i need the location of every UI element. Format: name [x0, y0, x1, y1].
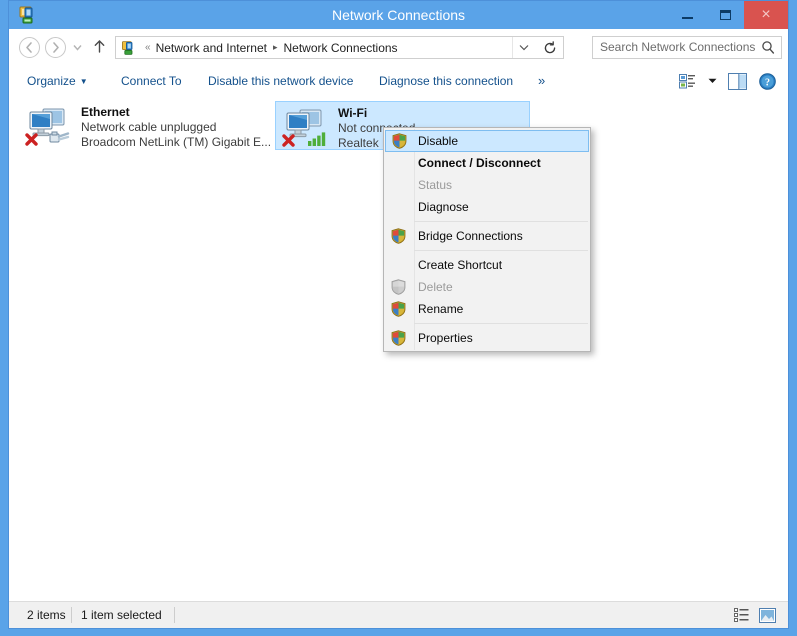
breadcrumb-separator-icon[interactable]: ▸: [273, 42, 278, 53]
diagnose-connection-button[interactable]: Diagnose this connection: [379, 65, 513, 97]
context-menu-item-disable[interactable]: Disable: [385, 130, 589, 152]
wifi-adapter-icon: [282, 107, 330, 147]
maximize-button[interactable]: [706, 1, 744, 29]
window-controls: ×: [668, 1, 788, 29]
context-menu-label: Delete: [418, 280, 453, 294]
context-menu-item-create-shortcut[interactable]: Create Shortcut: [384, 254, 590, 276]
connection-status: Network cable unplugged: [81, 120, 217, 134]
status-bar: 2 items 1 item selected: [9, 601, 788, 628]
context-menu-item-diagnose[interactable]: Diagnose: [384, 196, 590, 218]
context-menu: Disable Connect / Disconnect Status Diag…: [383, 127, 591, 352]
status-item-count: 2 items: [27, 608, 66, 622]
breadcrumb-overflow[interactable]: «: [145, 42, 151, 53]
large-icons-view-button[interactable]: [754, 602, 780, 628]
connection-name: Wi-Fi: [338, 106, 368, 120]
address-bar[interactable]: « Network and Internet ▸ Network Connect…: [115, 36, 564, 59]
preview-pane-button[interactable]: [722, 65, 752, 97]
shield-disabled-icon: [384, 279, 413, 295]
ethernet-adapter-icon: [25, 106, 73, 146]
back-button[interactable]: [19, 37, 40, 58]
organize-label: Organize: [27, 74, 76, 88]
context-menu-label: Diagnose: [418, 200, 469, 214]
diagnose-connection-label: Diagnose this connection: [379, 74, 514, 88]
breadcrumb: « Network and Internet ▸ Network Connect…: [140, 37, 398, 58]
shield-icon: [384, 330, 413, 346]
context-menu-item-status: Status: [384, 174, 590, 196]
status-selection: 1 item selected: [81, 608, 162, 622]
context-menu-label: Rename: [418, 302, 464, 316]
search-icon: [761, 40, 775, 55]
breadcrumb-item-network-connections[interactable]: Network Connections: [284, 41, 398, 55]
close-icon: ×: [761, 6, 771, 23]
forward-button[interactable]: [45, 37, 66, 58]
status-view-buttons: [728, 602, 780, 628]
explorer-window: Network Connections × « Network and Inte…: [8, 0, 789, 629]
context-menu-label: Properties: [418, 331, 473, 345]
shield-icon: [384, 301, 413, 317]
connection-item-ethernet[interactable]: Ethernet Network cable unplugged Broadco…: [19, 101, 274, 150]
status-divider: [174, 607, 175, 623]
chevron-down-icon: ▼: [79, 76, 88, 86]
refresh-button[interactable]: [537, 37, 563, 58]
command-bar: Organize ▼ Connect To Disable this networ…: [9, 65, 788, 98]
view-dropdown-button[interactable]: [702, 65, 722, 97]
svg-text:?: ?: [765, 77, 770, 88]
context-menu-label: Create Shortcut: [418, 258, 503, 272]
context-menu-separator: [414, 221, 588, 222]
navigation-bar: « Network and Internet ▸ Network Connect…: [9, 29, 788, 65]
recent-locations-button[interactable]: [73, 43, 82, 53]
context-menu-item-properties[interactable]: Properties: [384, 327, 590, 349]
context-menu-item-connect-disconnect[interactable]: Connect / Disconnect: [384, 152, 590, 174]
shield-icon: [384, 228, 413, 244]
title-bar: Network Connections ×: [9, 1, 788, 29]
minimize-button[interactable]: [668, 1, 706, 29]
search-box[interactable]: Search Network Connections: [592, 36, 782, 59]
disable-device-label: Disable this network device: [208, 74, 354, 88]
context-menu-separator: [414, 323, 588, 324]
close-button[interactable]: ×: [744, 1, 788, 29]
connect-to-button[interactable]: Connect To: [121, 65, 182, 97]
minimize-icon: [681, 17, 693, 19]
details-view-button[interactable]: [728, 602, 754, 628]
connection-device: Broadcom NetLink (TM) Gigabit E...: [81, 135, 272, 149]
context-menu-separator: [414, 250, 588, 251]
breadcrumb-item-network-and-internet[interactable]: Network and Internet: [156, 41, 267, 55]
context-menu-item-delete: Delete: [384, 276, 590, 298]
status-divider: [71, 607, 72, 623]
view-options-button[interactable]: [672, 65, 702, 97]
context-menu-label: Connect / Disconnect: [418, 156, 541, 170]
context-menu-label: Status: [418, 178, 453, 192]
context-menu-item-bridge-connections[interactable]: Bridge Connections: [384, 225, 590, 247]
connect-to-label: Connect To: [121, 74, 182, 88]
context-menu-label: Bridge Connections: [418, 229, 523, 243]
toolbar-overflow-label: »: [538, 73, 546, 88]
address-dropdown-button[interactable]: [512, 37, 535, 58]
organize-button[interactable]: Organize ▼: [27, 65, 88, 97]
address-folder-icon: [120, 40, 136, 56]
disable-device-button[interactable]: Disable this network device: [208, 65, 353, 97]
connection-name: Ethernet: [81, 105, 130, 119]
connection-ethernet-text: Ethernet Network cable unplugged Broadco…: [81, 105, 272, 150]
search-input[interactable]: Search Network Connections: [600, 37, 755, 58]
up-button[interactable]: [93, 39, 106, 58]
toolbar-right-icons: ?: [672, 65, 782, 97]
shield-icon: [386, 133, 413, 149]
context-menu-item-rename[interactable]: Rename: [384, 298, 590, 320]
maximize-icon: [719, 10, 731, 20]
context-menu-label: Disable: [418, 134, 459, 148]
help-button[interactable]: ?: [752, 65, 782, 97]
toolbar-overflow-button[interactable]: »: [538, 65, 545, 97]
